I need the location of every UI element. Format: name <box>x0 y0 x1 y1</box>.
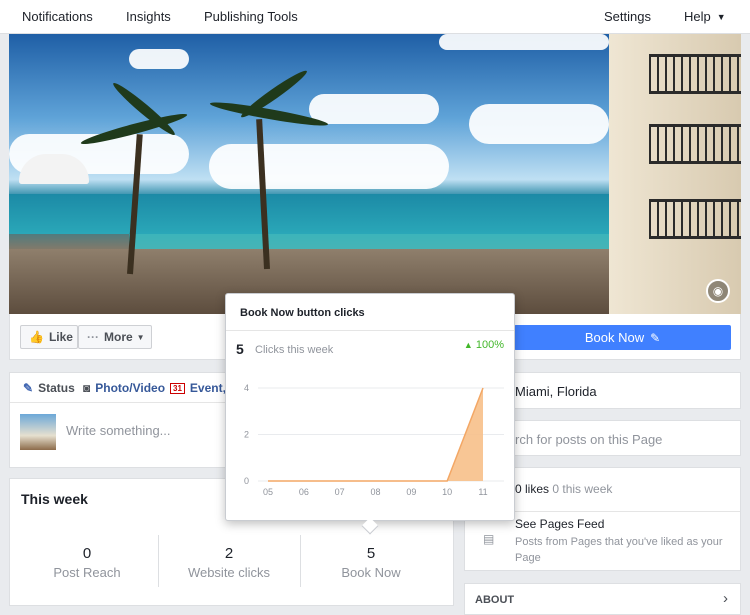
camera-icon[interactable]: ◉ <box>706 279 730 303</box>
stat-post-reach[interactable]: 0 Post Reach <box>17 545 157 580</box>
pencil-icon: ✎ <box>650 330 661 345</box>
stat-label: Book Now <box>341 565 401 580</box>
more-button[interactable]: ··· More ▼ <box>78 325 152 349</box>
location-text: Miami, Florida <box>515 384 597 399</box>
stat-label: Website clicks <box>187 565 271 580</box>
tab-photo-video[interactable]: ◙ Photo/Video <box>83 381 165 395</box>
y-tick-label: 0 <box>244 476 249 486</box>
page-search-input[interactable]: rch for posts on this Page <box>515 432 662 447</box>
stat-label: Post Reach <box>53 565 121 580</box>
page-avatar <box>20 414 56 450</box>
stat-value: 2 <box>224 545 234 562</box>
camera-icon: ◙ <box>83 381 91 395</box>
likes-week: 0 this week <box>552 482 613 496</box>
book-now-button[interactable]: Book Now ✎ <box>514 325 731 350</box>
x-tick-label: 08 <box>370 487 380 497</box>
caret-down-icon: ▼ <box>136 332 145 342</box>
triangle-up-icon: ▲ <box>463 340 473 350</box>
likes-text: 0 likes <box>515 482 550 496</box>
pencil-icon: ✎ <box>23 381 34 395</box>
nav-settings[interactable]: Settings <box>604 9 651 24</box>
x-tick-label: 11 <box>478 487 487 497</box>
x-tick-label: 09 <box>406 487 416 497</box>
feed-icon: ▤ <box>483 532 495 546</box>
popup-change-value: 100% <box>475 339 504 351</box>
book-now-label: Book Now <box>584 330 645 345</box>
likes-count: 0 likes 0 this week <box>515 482 612 496</box>
this-week-title: This week <box>21 491 88 507</box>
tab-event[interactable]: 31 Event, I <box>170 381 233 395</box>
stat-book-now[interactable]: 5 Book Now <box>301 545 441 580</box>
ellipsis-icon: ··· <box>87 330 99 344</box>
x-tick-label: 10 <box>442 487 452 497</box>
popup-big-number: 5 <box>236 341 244 357</box>
stat-value: 0 <box>82 545 92 562</box>
like-button[interactable]: 👍 Like <box>20 325 78 349</box>
more-label: More <box>104 330 133 344</box>
book-now-insights-popup: Book Now button clicks 5 Clicks this wee… <box>225 293 515 535</box>
feed-description: Posts from Pages that you've liked as yo… <box>515 536 723 564</box>
thumbs-up-icon: 👍 <box>29 330 44 344</box>
calendar-icon: 31 <box>170 382 185 394</box>
cover-photo[interactable]: ◉ <box>9 34 741 314</box>
nav-help[interactable]: Help ▼ <box>684 9 726 24</box>
tab-status-label: Status <box>38 381 75 395</box>
tab-status[interactable]: ✎ Status <box>23 381 75 395</box>
like-label: Like <box>48 330 73 344</box>
y-tick-label: 4 <box>244 383 249 393</box>
popup-change: ▲ 100% <box>464 339 504 351</box>
stat-value: 5 <box>366 545 376 562</box>
x-tick-label: 07 <box>335 487 345 497</box>
nav-help-label: Help <box>684 9 711 24</box>
nav-notifications[interactable]: Notifications <box>22 9 93 24</box>
x-tick-label: 05 <box>263 487 273 497</box>
popup-subtitle: Clicks this week <box>255 344 334 356</box>
chevron-right-icon: › <box>723 590 728 607</box>
write-something-input[interactable]: Write something... <box>66 423 171 438</box>
see-pages-feed-link[interactable]: See Pages Feed <box>515 517 604 531</box>
stat-website-clicks[interactable]: 2 Website clicks <box>159 545 299 580</box>
y-tick-label: 2 <box>244 430 249 440</box>
tab-photo-video-label: Photo/Video <box>95 381 166 395</box>
popup-title: Book Now button clicks <box>240 307 365 319</box>
book-now-chart: 0 2 4 05 06 07 08 09 10 11 <box>244 383 504 497</box>
x-tick-label: 06 <box>299 487 309 497</box>
nav-publishing-tools[interactable]: Publishing Tools <box>204 9 298 24</box>
caret-down-icon: ▼ <box>716 12 726 22</box>
about-card[interactable]: ABOUT › <box>464 583 741 615</box>
top-nav: Notifications Insights Publishing Tools … <box>0 0 750 34</box>
nav-insights[interactable]: Insights <box>126 9 171 24</box>
calendar-day: 31 <box>173 383 182 393</box>
about-label: ABOUT <box>475 594 515 606</box>
